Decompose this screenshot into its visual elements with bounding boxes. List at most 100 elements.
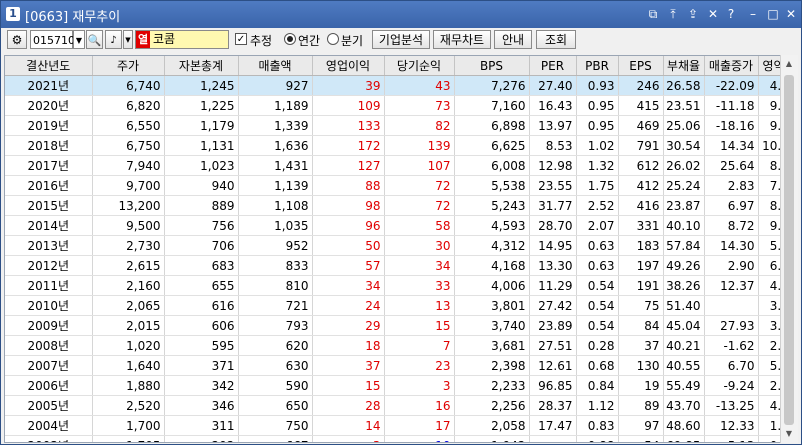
column-header[interactable]: 주가 — [92, 56, 165, 76]
table-row[interactable]: 2019년 6,550 1,179 1,339 133 82 6,898 13.97 0.95 4… — [5, 115, 780, 136]
table-cell: 9,700 — [92, 175, 165, 196]
table-row[interactable]: 2021년 6,740 1,245 927 39 43 7,276 27.40 0.93 246 2… — [5, 75, 780, 96]
table-row[interactable]: 2005년 2,520 346 650 28 16 2,256 28.37 1.12 89 43.7… — [5, 395, 780, 416]
maximize-icon[interactable]: □ — [765, 6, 781, 22]
table-row[interactable]: 2015년 13,200 889 1,108 98 72 5,243 31.77 2.52 416… — [5, 195, 780, 216]
table-cell: 2.07 — [576, 215, 619, 236]
speaker-icon[interactable]: ♪ — [105, 30, 122, 49]
table-row[interactable]: 2003년1,7052926673-101,942 0.88-5469.855.1… — [5, 435, 780, 442]
stock-code-input[interactable]: 015710 — [30, 30, 75, 49]
gear-icon[interactable]: ⚙ — [7, 30, 27, 49]
search-icon[interactable]: 🔍 — [86, 30, 103, 49]
table-cell: 4,312 — [454, 235, 530, 256]
link-window-icon[interactable]: ⧉ — [645, 6, 661, 22]
table-cell: 2016년 — [5, 175, 93, 196]
table-cell: 2,615 — [92, 255, 165, 276]
settings-tool-icon[interactable]: ✕ — [705, 6, 721, 22]
query-button[interactable]: 조회 — [536, 30, 576, 49]
company-analysis-button[interactable]: 기업분석 — [372, 30, 430, 49]
upload-icon[interactable]: ⇪ — [685, 6, 701, 22]
table-cell: 0.93 — [576, 75, 619, 96]
table-row[interactable]: 2010년 2,065 616 721 24 13 3,801 27.42 0.54 75 51.4… — [5, 295, 780, 316]
column-header[interactable]: 매출액 — [238, 56, 313, 76]
table-cell: 6,008 — [454, 155, 530, 176]
table-row[interactable]: 2007년 1,640 371 630 37 23 2,398 12.61 0.68 130 40.… — [5, 355, 780, 376]
stock-name-box[interactable]: 열 코콤 — [135, 30, 229, 49]
title-bar[interactable]: 1 [0663] 재무추이 ⧉ ⤒ ⇪ ✕ ? – □ ✕ — [1, 1, 801, 28]
quarter-label: 분기 — [341, 34, 364, 48]
estimate-checkbox[interactable]: ✓ — [235, 33, 247, 45]
table-cell: 10.51 — [758, 135, 780, 156]
estimate-label: 추정 — [250, 34, 273, 48]
table-cell: 40.55 — [663, 355, 705, 376]
close-icon[interactable]: ✕ — [783, 6, 799, 22]
table-row[interactable]: 2013년 2,730 706 952 50 30 4,312 14.95 0.63 183 57.… — [5, 235, 780, 256]
table-cell: 4.17 — [758, 275, 780, 296]
table-cell: 0.84 — [576, 375, 619, 396]
column-header[interactable]: 영익률 — [758, 56, 780, 76]
column-header[interactable]: 자본총계 — [164, 56, 239, 76]
table-cell: 4,006 — [454, 275, 530, 296]
speaker-dropdown-icon[interactable]: ▼ — [123, 30, 133, 49]
column-header[interactable]: BPS — [454, 56, 530, 76]
column-header[interactable]: EPS — [618, 56, 664, 76]
pin-top-icon[interactable]: ⤒ — [665, 6, 681, 22]
financial-chart-button[interactable]: 재무차트 — [433, 30, 491, 49]
table-row[interactable]: 2009년 2,015 606 793 29 15 3,740 23.89 0.54 84 45.0… — [5, 315, 780, 336]
chevron-down-icon[interactable]: ▼ — [73, 30, 85, 49]
table-row[interactable]: 2018년 6,750 1,131 1,636 172 139 6,625 8.53 1.02 7… — [5, 135, 780, 156]
scroll-up-icon[interactable]: ▲ — [783, 57, 795, 71]
table-cell: 73 — [384, 95, 455, 116]
table-cell: 655 — [164, 275, 239, 296]
table-row[interactable]: 2008년 1,020 595 620 18 7 3,681 27.51 0.28 37 40.21… — [5, 335, 780, 356]
table-cell: 12.61 — [529, 355, 577, 376]
table-cell: 2008년 — [5, 335, 93, 356]
scroll-down-icon[interactable]: ▼ — [783, 427, 795, 441]
table-row[interactable]: 2006년 1,880 342 590 15 3 2,233 96.85 0.84 19 55.49… — [5, 375, 780, 396]
table-cell: 43 — [384, 75, 455, 96]
table-cell: 3.70 — [758, 315, 780, 336]
table-row[interactable]: 2012년 2,615 683 833 57 34 4,168 13.30 0.63 197 49.… — [5, 255, 780, 276]
table-row[interactable]: 2014년 9,500 756 1,035 96 58 4,593 28.70 2.07 331 4… — [5, 215, 780, 236]
table-cell: 15 — [312, 375, 385, 396]
table-row[interactable]: 2020년 6,820 1,225 1,189 109 73 7,160 16.43 0.95 4… — [5, 95, 780, 116]
column-header[interactable]: PER — [529, 56, 577, 76]
table-cell: 2,398 — [454, 355, 530, 376]
table-cell: 1.32 — [576, 155, 619, 176]
table-cell: 415 — [618, 95, 664, 116]
table-cell: 2005년 — [5, 395, 93, 416]
quarter-radio[interactable] — [327, 33, 339, 45]
table-cell: 1,636 — [238, 135, 313, 156]
column-header[interactable]: 당기순익 — [384, 56, 455, 76]
table-cell: 756 — [164, 215, 239, 236]
table-cell: 2,058 — [454, 415, 530, 436]
help-icon[interactable]: ? — [723, 6, 739, 22]
column-header[interactable]: PBR — [576, 56, 619, 76]
annual-label: 연간 — [298, 34, 321, 48]
table-row[interactable]: 2016년 9,700 940 1,139 88 72 5,538 23.55 1.75 412 2… — [5, 175, 780, 196]
table-cell: 0.28 — [576, 335, 619, 356]
minimize-icon[interactable]: – — [745, 6, 761, 22]
table-row[interactable]: 2004년 1,700 311 750 14 17 2,058 17.47 0.83 97 48.6… — [5, 415, 780, 436]
financial-grid[interactable]: 결산년도 주가 자본총계 매출액 영업이익 당기순익 BPS PER PBR EPS 부채율 매출증가… — [4, 55, 781, 443]
table-cell: 12.37 — [704, 275, 759, 296]
table-cell: 4,593 — [454, 215, 530, 236]
table-cell: 1,942 — [454, 435, 530, 442]
table-cell: 3.35 — [758, 295, 780, 316]
table-row[interactable]: 2017년 7,940 1,023 1,431 127 107 6,008 12.98 1.32… — [5, 155, 780, 176]
column-header[interactable]: 결산년도 — [5, 56, 93, 76]
table-cell: 590 — [238, 375, 313, 396]
column-header[interactable]: 부채율 — [663, 56, 705, 76]
column-header[interactable]: 영업이익 — [312, 56, 385, 76]
column-header[interactable]: 매출증가 — [704, 56, 759, 76]
guide-button[interactable]: 안내 — [494, 30, 532, 49]
scroll-thumb[interactable] — [784, 75, 794, 425]
vertical-scrollbar[interactable]: ▲ ▼ — [780, 55, 798, 443]
annual-radio[interactable] — [284, 33, 296, 45]
table-cell: 15 — [384, 315, 455, 336]
table-cell: 89 — [618, 395, 664, 416]
table-cell: 5.29 — [758, 235, 780, 256]
table-cell: 13.97 — [529, 115, 577, 136]
table-row[interactable]: 2011년 2,160 655 810 34 33 4,006 11.29 0.54 191 38.… — [5, 275, 780, 296]
table-cell: -11.18 — [704, 95, 759, 116]
